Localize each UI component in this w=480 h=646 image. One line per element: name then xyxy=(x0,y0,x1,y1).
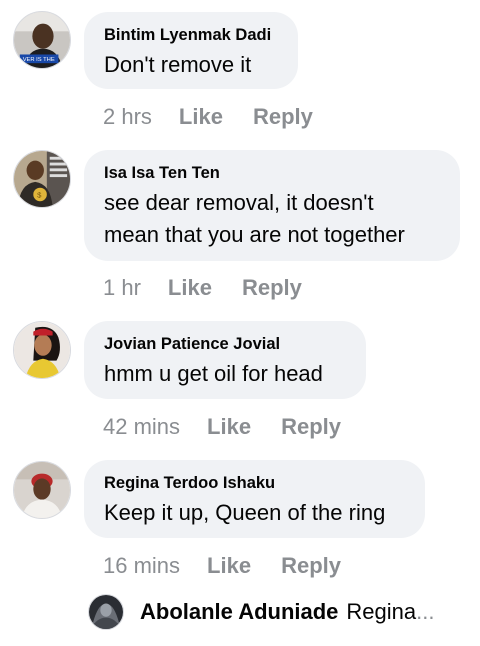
comment-actions: 1 hr Like Reply xyxy=(103,275,302,301)
svg-text:$: $ xyxy=(37,190,42,199)
comment-timestamp[interactable]: 1 hr xyxy=(103,275,141,301)
comment-item: $ Isa Isa Ten Ten see dear removal, it d… xyxy=(0,140,480,310)
comment-item: Jovian Patience Jovial hmm u get oil for… xyxy=(0,310,480,450)
comment-item: Regina Terdoo Ishaku Keep it up, Queen o… xyxy=(0,450,480,590)
reply-button[interactable]: Reply xyxy=(281,553,341,579)
comment-author[interactable]: Jovian Patience Jovial xyxy=(104,334,346,354)
comment-text: see dear removal, it doesn't mean that y… xyxy=(104,187,440,251)
comment-text-line: see dear removal, it doesn't xyxy=(104,190,374,215)
comment-actions: 42 mins Like Reply xyxy=(103,414,341,440)
comment-text: Don't remove it xyxy=(104,52,252,77)
like-button[interactable]: Like xyxy=(207,553,251,579)
comment-text: hmm u get oil for head xyxy=(104,361,323,386)
profile-photo-icon[interactable] xyxy=(88,594,124,630)
reply-button[interactable]: Reply xyxy=(242,275,302,301)
comment-bubble: Isa Isa Ten Ten see dear removal, it doe… xyxy=(84,150,460,261)
reply-preview[interactable]: Abolanle Aduniade Regina... xyxy=(88,594,480,630)
comment-author[interactable]: Isa Isa Ten Ten xyxy=(104,163,440,183)
comment-text: Keep it up, Queen of the ring xyxy=(104,500,386,525)
svg-text:VER IS THE: VER IS THE xyxy=(23,57,55,63)
profile-photo-woman-icon[interactable] xyxy=(13,321,71,379)
comment-bubble: Jovian Patience Jovial hmm u get oil for… xyxy=(84,321,366,399)
reply-snippet: Regina xyxy=(346,599,417,624)
comment-timestamp[interactable]: 2 hrs xyxy=(103,104,152,130)
comment-timestamp[interactable]: 16 mins xyxy=(103,553,180,579)
comment-actions: 2 hrs Like Reply xyxy=(103,104,313,130)
reply-author[interactable]: Abolanle Aduniade xyxy=(140,599,338,624)
like-button[interactable]: Like xyxy=(207,414,251,440)
comment-text-line: mean that you are not together xyxy=(104,222,405,247)
comment-actions: 16 mins Like Reply xyxy=(103,553,341,579)
comment-bubble: Regina Terdoo Ishaku Keep it up, Queen o… xyxy=(84,460,425,538)
comment-author[interactable]: Bintim Lyenmak Dadi xyxy=(104,25,278,45)
reply-preview-text[interactable]: Abolanle Aduniade Regina... xyxy=(140,599,434,625)
comment-timestamp[interactable]: 42 mins xyxy=(103,414,180,440)
comment-author[interactable]: Regina Terdoo Ishaku xyxy=(104,473,405,493)
reply-button[interactable]: Reply xyxy=(281,414,341,440)
profile-photo-man-icon[interactable]: $ xyxy=(13,150,71,208)
reply-ellipsis: ... xyxy=(416,599,435,624)
comment-item: VER IS THE Bintim Lyenmak Dadi Don't rem… xyxy=(0,0,480,140)
reply-button[interactable]: Reply xyxy=(253,104,313,130)
profile-photo-woman-icon[interactable] xyxy=(13,461,71,519)
profile-photo-man-icon[interactable]: VER IS THE xyxy=(13,11,71,69)
like-button[interactable]: Like xyxy=(168,275,212,301)
comment-bubble: Bintim Lyenmak Dadi Don't remove it xyxy=(84,12,298,89)
like-button[interactable]: Like xyxy=(179,104,223,130)
